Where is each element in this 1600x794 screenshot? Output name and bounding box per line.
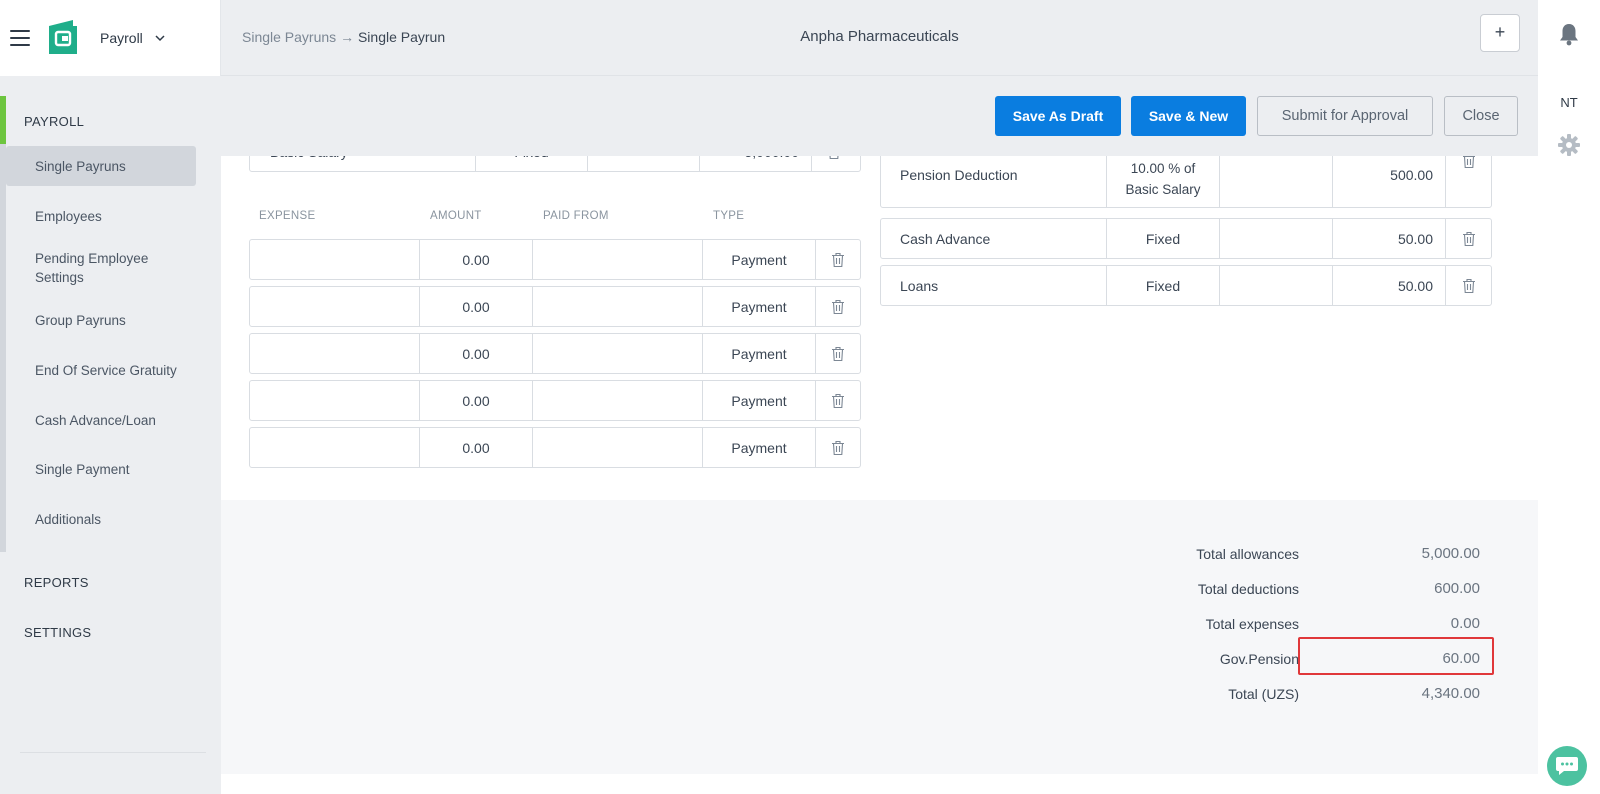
app-logo-icon[interactable] [47, 20, 79, 56]
breadcrumb-current: Single Payrun [357, 29, 446, 45]
expense-name-field[interactable] [250, 428, 420, 467]
expense-row: 0.00 Payment [249, 333, 861, 374]
sidebar-divider [20, 752, 206, 753]
sidebar-section-reports[interactable]: REPORTS [24, 575, 89, 590]
deduction-amount-field[interactable]: 50.00 [1333, 266, 1446, 305]
sidebar: Payroll PAYROLL Single Payruns Employees… [0, 0, 221, 794]
trash-icon[interactable] [816, 381, 860, 420]
total-value: 4,340.00 [1421, 685, 1480, 702]
deduction-row: Cash Advance Fixed 50.00 [880, 218, 1492, 259]
sidebar-section-payroll[interactable]: PAYROLL [24, 114, 84, 129]
action-bar: Save As Draft Save & New Submit for Appr… [221, 76, 1538, 156]
expense-row: 0.00 Payment [249, 427, 861, 468]
top-header: Single Payruns → Single Payrun Anpha Pha… [221, 0, 1538, 76]
company-name: Anpha Pharmaceuticals [800, 28, 959, 45]
sidebar-item-single-payment[interactable]: Single Payment [6, 449, 196, 489]
sidebar-item-single-payruns[interactable]: Single Payruns [6, 146, 196, 186]
expense-paid-from-field[interactable] [533, 334, 703, 373]
chat-support-button[interactable] [1547, 746, 1587, 786]
quick-add-button[interactable]: + [1480, 14, 1520, 52]
expense-name-field[interactable] [250, 287, 420, 326]
hamburger-menu-icon[interactable] [10, 30, 30, 46]
expense-header: EXPENSE [259, 210, 316, 222]
total-expenses-label: Total expenses [1205, 616, 1299, 632]
user-avatar-initials[interactable]: NT [1538, 95, 1600, 110]
total-deductions-value: 600.00 [1434, 580, 1480, 597]
total-allowances-label: Total allowances [1196, 546, 1299, 562]
expense-paid-from-field[interactable] [533, 240, 703, 279]
deduction-row: Loans Fixed 50.00 [880, 265, 1492, 306]
submit-for-approval-button[interactable]: Submit for Approval [1257, 96, 1433, 136]
sidebar-item-pending-employee-settings[interactable]: Pending Employee Settings [6, 246, 196, 290]
trash-icon[interactable] [1446, 219, 1491, 258]
total-allowances-value: 5,000.00 [1421, 545, 1480, 562]
active-section-indicator [0, 96, 6, 144]
chat-bubble-icon [1556, 757, 1578, 775]
expense-amount-field[interactable]: 0.00 [420, 287, 533, 326]
deduction-name-field[interactable]: Loans [881, 266, 1107, 305]
type-header: TYPE [713, 210, 745, 222]
trash-icon[interactable] [816, 287, 860, 326]
amount-header: AMOUNT [430, 210, 482, 222]
sidebar-item-additionals[interactable]: Additionals [6, 499, 196, 539]
chevron-down-icon[interactable] [155, 33, 165, 43]
expense-type-field[interactable]: Payment [703, 334, 816, 373]
expense-row: 0.00 Payment [249, 239, 861, 280]
deduction-type-line2: Basic Salary [1125, 182, 1201, 197]
expense-amount-field[interactable]: 0.00 [420, 428, 533, 467]
trash-icon[interactable] [816, 334, 860, 373]
expense-type-field[interactable]: Payment [703, 428, 816, 467]
expense-name-field[interactable] [250, 381, 420, 420]
breadcrumb-parent[interactable]: Single Payruns [242, 29, 336, 45]
right-rail: NT [1538, 0, 1600, 794]
expense-paid-from-field[interactable] [533, 287, 703, 326]
expense-type-field[interactable]: Payment [703, 381, 816, 420]
breadcrumb-arrow: → [340, 29, 355, 45]
expense-paid-from-field[interactable] [533, 381, 703, 420]
deduction-type-field[interactable]: Fixed [1107, 219, 1220, 258]
trash-icon[interactable] [816, 428, 860, 467]
close-button[interactable]: Close [1444, 96, 1518, 136]
expense-name-field[interactable] [250, 334, 420, 373]
deduction-amount-field[interactable]: 50.00 [1333, 219, 1446, 258]
gear-icon[interactable] [1558, 134, 1580, 156]
gov-pension-label: Gov.Pension [1219, 651, 1299, 667]
breadcrumb: Single Payruns → Single Payrun [242, 29, 445, 45]
sidebar-header: Payroll [0, 0, 221, 76]
expense-row: 0.00 Payment [249, 286, 861, 327]
paid-from-header: PAID FROM [543, 210, 609, 222]
sidebar-item-employees[interactable]: Employees [6, 196, 196, 236]
deduction-type-line1: 10.00 % of [1130, 161, 1196, 176]
sidebar-item-cash-advance-loan[interactable]: Cash Advance/Loan [6, 400, 196, 440]
expense-row: 0.00 Payment [249, 380, 861, 421]
expense-amount-field[interactable]: 0.00 [420, 381, 533, 420]
expense-paid-from-field[interactable] [533, 428, 703, 467]
deduction-name-field[interactable]: Cash Advance [881, 219, 1107, 258]
sidebar-item-end-of-service-gratuity[interactable]: End Of Service Gratuity [6, 350, 196, 390]
highlight-box [1298, 637, 1494, 675]
deduction-type-field[interactable]: Fixed [1107, 266, 1220, 305]
module-switcher[interactable]: Payroll [100, 30, 143, 46]
total-expenses-value: 0.00 [1450, 615, 1480, 632]
expense-amount-field[interactable]: 0.00 [420, 240, 533, 279]
total-deductions-label: Total deductions [1197, 581, 1299, 597]
notification-bell-icon[interactable] [1558, 22, 1580, 46]
trash-icon[interactable] [1446, 266, 1491, 305]
expense-type-field[interactable]: Payment [703, 287, 816, 326]
expense-amount-field[interactable]: 0.00 [420, 334, 533, 373]
trash-icon[interactable] [816, 240, 860, 279]
expense-type-field[interactable]: Payment [703, 240, 816, 279]
expense-name-field[interactable] [250, 240, 420, 279]
sidebar-section-settings[interactable]: SETTINGS [24, 625, 91, 640]
deduction-blank-field[interactable] [1220, 219, 1333, 258]
sidebar-item-group-payruns[interactable]: Group Payruns [6, 300, 196, 340]
main-content: Basic Salary Fixed 5,000.00 EXPENSE AMOU… [221, 76, 1538, 774]
total-label: Total (UZS) [1228, 686, 1299, 702]
save-as-draft-button[interactable]: Save As Draft [995, 96, 1121, 136]
deduction-blank-field[interactable] [1220, 266, 1333, 305]
save-and-new-button[interactable]: Save & New [1131, 96, 1246, 136]
